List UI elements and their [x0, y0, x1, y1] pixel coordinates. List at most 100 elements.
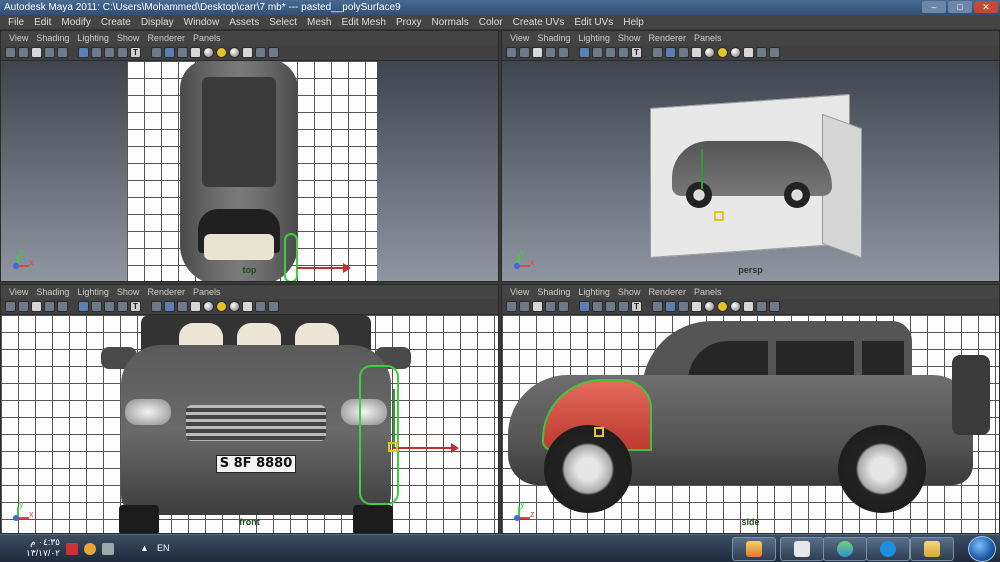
- menu-assets[interactable]: Assets: [224, 15, 264, 30]
- isolate-select-icon[interactable]: [756, 47, 767, 58]
- car-top-view[interactable]: [180, 61, 298, 281]
- wireframe-icon[interactable]: [652, 301, 663, 312]
- minimize-button[interactable]: –: [922, 1, 946, 13]
- smooth-shade-icon[interactable]: [665, 47, 676, 58]
- wireframe-icon[interactable]: [151, 47, 162, 58]
- camera-attr-icon[interactable]: [519, 301, 530, 312]
- menu-edit-mesh[interactable]: Edit Mesh: [336, 15, 390, 30]
- xray-icon[interactable]: [743, 301, 754, 312]
- wireframe-on-shaded-icon[interactable]: [678, 47, 689, 58]
- default-lighting-icon[interactable]: [203, 301, 214, 312]
- panel-menu-renderer[interactable]: Renderer: [644, 285, 690, 299]
- image-plane-icon[interactable]: [545, 47, 556, 58]
- xray-icon[interactable]: [242, 301, 253, 312]
- menu-modify[interactable]: Modify: [56, 15, 95, 30]
- panel-menu-view[interactable]: View: [5, 31, 32, 45]
- select-camera-icon[interactable]: [506, 301, 517, 312]
- shadows-icon[interactable]: [730, 301, 741, 312]
- car-persp-view[interactable]: [672, 141, 832, 208]
- film-gate-icon[interactable]: [91, 47, 102, 58]
- bookmark-icon[interactable]: [532, 301, 543, 312]
- field-chart-icon[interactable]: T: [130, 47, 141, 58]
- wireframe-on-shaded-icon[interactable]: [678, 301, 689, 312]
- image-plane-icon[interactable]: [44, 301, 55, 312]
- symmetry-icon[interactable]: [268, 47, 279, 58]
- move-center-handle[interactable]: [594, 427, 604, 437]
- field-chart-icon[interactable]: T: [130, 301, 141, 312]
- 2d-pan-icon[interactable]: [558, 301, 569, 312]
- camera-attr-icon[interactable]: [519, 47, 530, 58]
- smooth-shade-icon[interactable]: [665, 301, 676, 312]
- xray-icon[interactable]: [743, 47, 754, 58]
- symmetry-icon[interactable]: [769, 47, 780, 58]
- panel-menu-view[interactable]: View: [5, 285, 32, 299]
- car-side-view[interactable]: [502, 315, 999, 533]
- camera-attr-icon[interactable]: [18, 47, 29, 58]
- all-lights-icon[interactable]: [717, 301, 728, 312]
- symmetry-icon[interactable]: [769, 301, 780, 312]
- isolate-select-icon[interactable]: [255, 47, 266, 58]
- grid-icon[interactable]: [78, 301, 89, 312]
- film-gate-icon[interactable]: [91, 301, 102, 312]
- viewport-top[interactable]: y x top: [1, 61, 498, 281]
- menu-edit[interactable]: Edit: [29, 15, 56, 30]
- panel-menu-renderer[interactable]: Renderer: [143, 31, 189, 45]
- panel-menu-view[interactable]: View: [506, 285, 533, 299]
- bookmark-icon[interactable]: [31, 47, 42, 58]
- taskbar-messenger[interactable]: [823, 537, 867, 561]
- resolution-gate-icon[interactable]: [104, 301, 115, 312]
- menu-file[interactable]: File: [3, 15, 29, 30]
- menu-color[interactable]: Color: [474, 15, 508, 30]
- 2d-pan-icon[interactable]: [57, 47, 68, 58]
- menu-create-uvs[interactable]: Create UVs: [508, 15, 570, 30]
- viewport-side[interactable]: y z side: [502, 315, 999, 533]
- panel-menu-view[interactable]: View: [506, 31, 533, 45]
- isolate-select-icon[interactable]: [255, 301, 266, 312]
- textured-icon[interactable]: [691, 301, 702, 312]
- menu-mesh[interactable]: Mesh: [302, 15, 336, 30]
- show-hidden-icons[interactable]: ▲: [140, 543, 149, 553]
- taskbar-explorer[interactable]: [910, 537, 954, 561]
- smooth-shade-icon[interactable]: [164, 301, 175, 312]
- viewport-persp[interactable]: y x persp: [502, 61, 999, 281]
- panel-menu-show[interactable]: Show: [113, 285, 144, 299]
- 2d-pan-icon[interactable]: [57, 301, 68, 312]
- panel-menu-shading[interactable]: Shading: [533, 31, 574, 45]
- move-y-arrow[interactable]: [393, 389, 395, 447]
- network-error-icon[interactable]: [66, 543, 78, 555]
- shadows-icon[interactable]: [229, 301, 240, 312]
- move-center-handle[interactable]: [714, 211, 724, 221]
- clock[interactable]: ٠٤:٣٥ م ١٣/١٧/٠٢: [6, 537, 60, 559]
- xray-icon[interactable]: [242, 47, 253, 58]
- wireframe-icon[interactable]: [652, 47, 663, 58]
- resolution-gate-icon[interactable]: [605, 47, 616, 58]
- close-button[interactable]: ✕: [974, 1, 998, 13]
- select-camera-icon[interactable]: [5, 301, 16, 312]
- symmetry-icon[interactable]: [268, 301, 279, 312]
- move-center-handle[interactable]: [388, 442, 398, 452]
- move-x-arrow[interactable]: [297, 263, 351, 273]
- isolate-select-icon[interactable]: [756, 301, 767, 312]
- wireframe-on-shaded-icon[interactable]: [177, 301, 188, 312]
- volume-icon[interactable]: [102, 543, 114, 555]
- taskbar-paint[interactable]: [732, 537, 776, 561]
- taskbar-maya[interactable]: [780, 537, 824, 561]
- start-button[interactable]: [968, 536, 996, 562]
- gate-mask-icon[interactable]: [117, 47, 128, 58]
- all-lights-icon[interactable]: [216, 47, 227, 58]
- panel-menu-shading[interactable]: Shading: [32, 285, 73, 299]
- move-x-arrow[interactable]: [393, 443, 459, 453]
- menu-proxy[interactable]: Proxy: [391, 15, 427, 30]
- panel-menu-lighting[interactable]: Lighting: [73, 31, 113, 45]
- menu-display[interactable]: Display: [136, 15, 179, 30]
- selected-mesh-outline[interactable]: [284, 233, 298, 281]
- all-lights-icon[interactable]: [717, 47, 728, 58]
- resolution-gate-icon[interactable]: [605, 301, 616, 312]
- default-lighting-icon[interactable]: [203, 47, 214, 58]
- panel-menu-renderer[interactable]: Renderer: [644, 31, 690, 45]
- panel-menu-lighting[interactable]: Lighting: [73, 285, 113, 299]
- default-lighting-icon[interactable]: [704, 301, 715, 312]
- film-gate-icon[interactable]: [592, 47, 603, 58]
- textured-icon[interactable]: [190, 47, 201, 58]
- language-indicator[interactable]: EN: [157, 543, 170, 553]
